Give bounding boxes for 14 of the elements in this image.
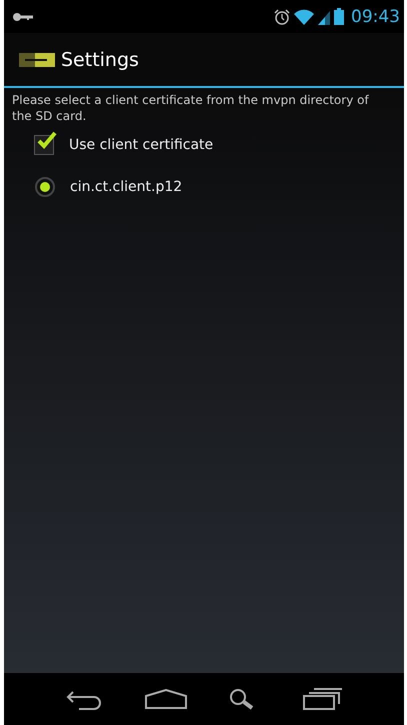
battery-icon [334,8,344,25]
option-label: Use client certificate [69,137,214,153]
recent-apps-icon[interactable] [303,688,343,710]
wifi-icon [294,8,314,24]
option-label: cin.ct.client.p12 [70,179,182,195]
key-icon [12,12,34,22]
signal-icon [318,8,330,24]
alarm-icon [274,8,290,24]
app-logo-icon [19,52,55,66]
radio-button[interactable] [35,177,55,197]
description-text: Please select a client certificate from the mvpn directory of the SD card. [12,92,370,124]
clock-time: 09:43 [351,6,400,26]
screen-title: Settings [61,48,139,70]
home-icon[interactable] [145,689,187,709]
